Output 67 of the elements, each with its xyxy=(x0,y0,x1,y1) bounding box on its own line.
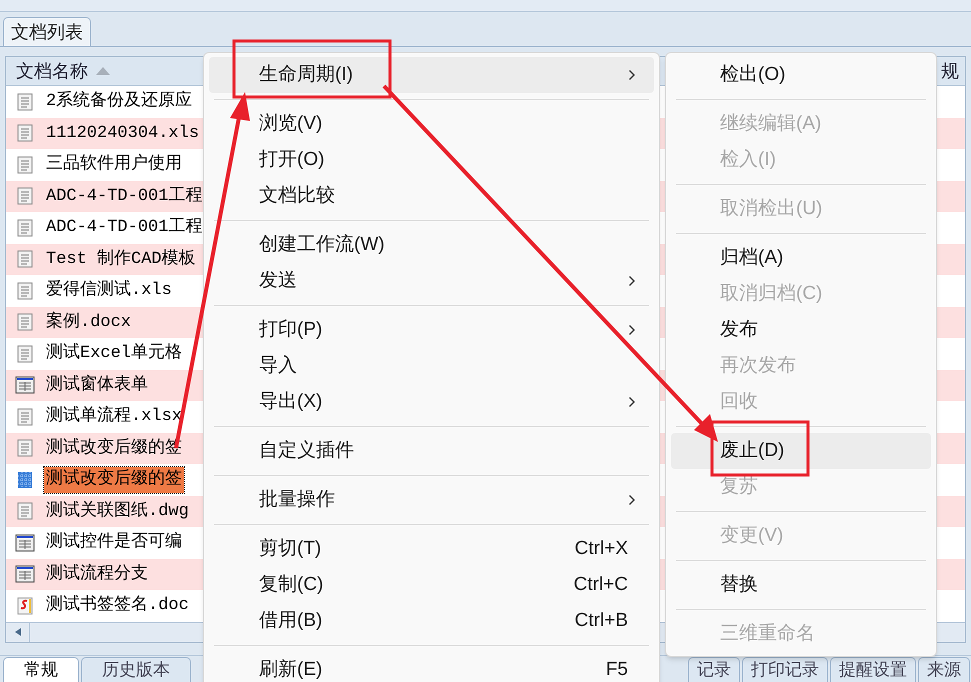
menu-item[interactable]: 借用(B) Ctrl+B xyxy=(209,603,654,639)
menu-item[interactable]: 生命周期(I) xyxy=(209,57,654,93)
menu-item[interactable]: 浏览(V) xyxy=(209,106,654,142)
menu-item[interactable]: 导入 xyxy=(209,348,654,384)
menu-item[interactable]: 打开(O) xyxy=(209,142,654,178)
bottom-tab[interactable]: 来源 xyxy=(918,657,970,682)
document-icon xyxy=(17,408,33,426)
document-icon xyxy=(17,124,33,142)
menu-item[interactable]: 发布 xyxy=(671,312,931,348)
file-name-cell[interactable]: ADC-4-TD-001工程 xyxy=(44,215,204,240)
document-icon xyxy=(17,218,33,237)
menu-item[interactable]: 文档比较 xyxy=(209,178,654,214)
menu-item[interactable]: 废止(D) xyxy=(671,433,931,469)
menu-item[interactable]: 刷新(E) F5 xyxy=(209,652,654,682)
menu-item[interactable]: 发送 xyxy=(209,263,654,299)
chevron-right-icon xyxy=(628,396,636,408)
bottom-tab[interactable]: 打印记录 xyxy=(742,657,828,682)
menu-item[interactable]: 归档(A) xyxy=(671,240,931,276)
arrow-left-icon xyxy=(14,628,20,636)
document-icon xyxy=(17,313,33,332)
file-name-cell[interactable]: 2系统备份及还原应 xyxy=(44,89,194,114)
bottom-tab[interactable]: 历史版本 xyxy=(81,657,191,682)
menu-item[interactable]: 创建工作流(W) xyxy=(209,227,654,263)
file-name-cell[interactable]: Test 制作CAD模板 xyxy=(44,246,198,272)
signed-document-icon xyxy=(17,596,33,615)
form-icon xyxy=(15,376,35,394)
file-name-cell[interactable]: ADC-4-TD-001工程 xyxy=(44,184,204,209)
menu-item[interactable]: 导出(X) xyxy=(209,384,654,420)
document-icon xyxy=(17,92,33,111)
form-icon xyxy=(15,534,35,552)
menu-item[interactable]: 替换 xyxy=(671,567,931,603)
grid-icon xyxy=(17,470,33,489)
file-name-cell[interactable]: 11120240304.xls xyxy=(44,120,202,146)
file-name-cell[interactable]: 测试控件是否可编 xyxy=(44,530,184,556)
file-name-cell[interactable]: 爱得信测试.xls xyxy=(44,278,174,304)
panel-tab[interactable]: 文档列表 xyxy=(3,17,91,46)
column-header[interactable]: 规 xyxy=(935,57,965,85)
chevron-right-icon xyxy=(628,69,636,81)
bottom-tab[interactable]: 常规 xyxy=(3,657,79,682)
bottom-tab[interactable]: 提醒设置 xyxy=(830,657,916,682)
file-name-cell[interactable]: 案例.docx xyxy=(44,310,134,335)
file-name-cell[interactable]: 测试书签签名.doc xyxy=(44,593,191,618)
document-icon xyxy=(17,502,33,520)
menu-item[interactable]: 批量操作 xyxy=(209,482,654,518)
sort-ascending-icon xyxy=(96,67,110,75)
bottom-tab[interactable]: 记录 xyxy=(688,657,740,682)
file-name-cell[interactable]: 测试改变后缀的签 xyxy=(44,467,184,492)
menu-item[interactable]: 剪切(T) Ctrl+X xyxy=(209,531,654,567)
file-name-cell[interactable]: 测试流程分支 xyxy=(44,562,150,587)
menu-item[interactable]: 打印(P) xyxy=(209,312,654,348)
menu-item[interactable]: 复制(C) Ctrl+C xyxy=(209,567,654,603)
document-icon xyxy=(17,187,33,206)
menu-item[interactable]: 自定义插件 xyxy=(209,433,654,469)
file-name-cell[interactable]: 测试Excel单元格 xyxy=(44,341,184,366)
chevron-right-icon xyxy=(628,275,636,287)
document-icon xyxy=(17,282,33,300)
document-icon xyxy=(17,344,33,363)
file-name-cell[interactable]: 三品软件用户使用 xyxy=(44,152,184,178)
file-name-cell[interactable]: 测试关联图纸.dwg xyxy=(44,498,191,524)
document-icon xyxy=(17,156,33,174)
menu-item[interactable]: 检出(O) xyxy=(671,57,931,93)
chevron-right-icon xyxy=(628,324,636,336)
document-icon xyxy=(17,439,33,458)
document-icon xyxy=(17,250,33,268)
chevron-right-icon xyxy=(628,494,636,506)
file-name-cell[interactable]: 测试窗体表单 xyxy=(44,372,150,398)
form-icon xyxy=(15,565,35,584)
